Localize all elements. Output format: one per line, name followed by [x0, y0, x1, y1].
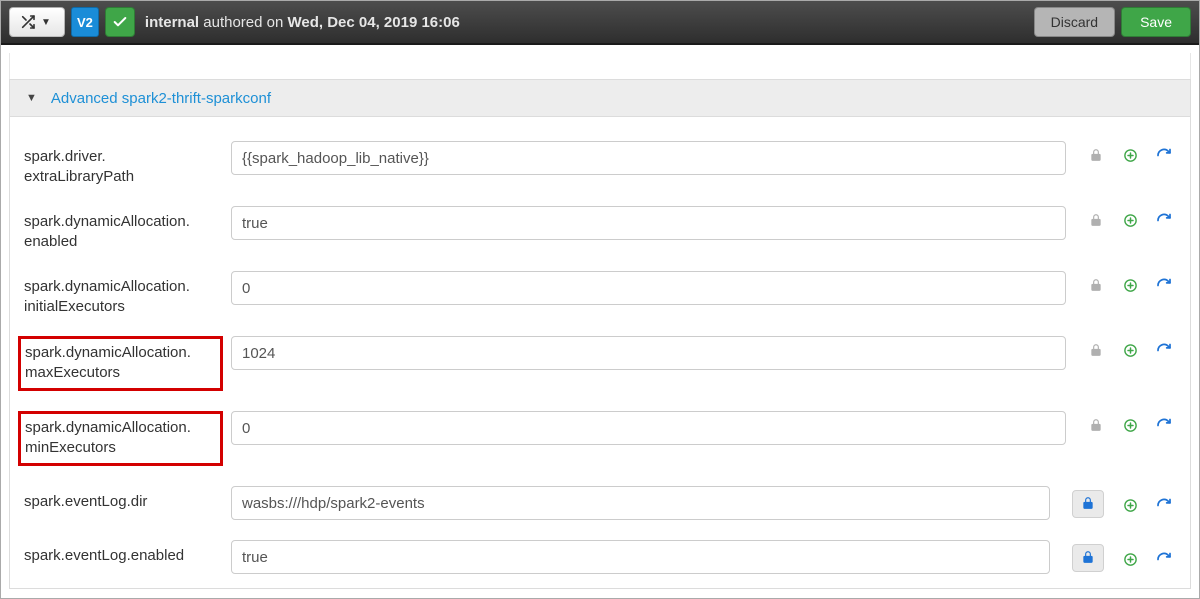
- check-icon: [112, 14, 128, 30]
- property-actions: [1074, 206, 1182, 228]
- property-input[interactable]: [231, 271, 1066, 305]
- refresh-icon[interactable]: [1156, 497, 1172, 513]
- property-actions: [1074, 411, 1182, 433]
- property-row: spark.driver.extraLibraryPath: [18, 131, 1182, 196]
- lock-icon[interactable]: [1088, 417, 1104, 433]
- version-badge[interactable]: V2: [71, 7, 99, 37]
- add-icon[interactable]: [1122, 497, 1138, 513]
- config-panel: ▼ Advanced spark2-thrift-sparkconf spark…: [1, 45, 1199, 597]
- caret-down-icon: ▼: [38, 14, 54, 30]
- property-label: spark.dynamicAllocation.initialExecutors: [18, 271, 223, 316]
- property-actions: [1074, 336, 1182, 358]
- current-version-check-button[interactable]: [105, 7, 135, 37]
- add-icon[interactable]: [1122, 417, 1138, 433]
- property-label: spark.dynamicAllocation.minExecutors: [18, 411, 223, 466]
- lock-icon[interactable]: [1088, 277, 1104, 293]
- property-actions: [1074, 271, 1182, 293]
- property-actions: [1058, 486, 1182, 518]
- lock-button[interactable]: [1072, 544, 1104, 572]
- lock-icon[interactable]: [1088, 147, 1104, 163]
- property-input[interactable]: [231, 411, 1066, 445]
- author-mid: authored on: [199, 14, 287, 31]
- panel-body: spark.driver.extraLibraryPath spark.dynam…: [9, 117, 1191, 589]
- lock-icon: [1080, 549, 1096, 565]
- property-actions: [1058, 540, 1182, 572]
- property-label: spark.eventLog.enabled: [18, 540, 223, 566]
- lock-icon[interactable]: [1088, 212, 1104, 228]
- lock-icon[interactable]: [1088, 342, 1104, 358]
- discard-button[interactable]: Discard: [1034, 7, 1115, 37]
- compare-versions-button[interactable]: ▼: [9, 7, 65, 37]
- refresh-icon[interactable]: [1156, 551, 1172, 567]
- refresh-icon[interactable]: [1156, 277, 1172, 293]
- caret-down-icon: ▼: [26, 92, 37, 104]
- property-input[interactable]: [231, 141, 1066, 175]
- property-row: spark.dynamicAllocation.initialExecutors: [18, 261, 1182, 326]
- property-row: spark.eventLog.dir: [18, 476, 1182, 530]
- panel-header[interactable]: ▼ Advanced spark2-thrift-sparkconf: [9, 79, 1191, 117]
- lock-button[interactable]: [1072, 490, 1104, 518]
- add-icon[interactable]: [1122, 342, 1138, 358]
- refresh-icon[interactable]: [1156, 417, 1172, 433]
- property-input[interactable]: [231, 540, 1050, 574]
- property-row: spark.dynamicAllocation.maxExecutors: [18, 326, 1182, 401]
- panel-title-link[interactable]: Advanced spark2-thrift-sparkconf: [51, 90, 271, 107]
- property-label: spark.eventLog.dir: [18, 486, 223, 512]
- refresh-icon[interactable]: [1156, 147, 1172, 163]
- add-icon[interactable]: [1122, 277, 1138, 293]
- lock-icon: [1080, 495, 1096, 511]
- property-label: spark.driver.extraLibraryPath: [18, 141, 223, 186]
- property-label: spark.dynamicAllocation.enabled: [18, 206, 223, 251]
- add-icon[interactable]: [1122, 551, 1138, 567]
- author-text: internal authored on Wed, Dec 04, 2019 1…: [145, 14, 460, 31]
- property-input[interactable]: [231, 206, 1066, 240]
- property-row: spark.eventLog.enabled: [18, 530, 1182, 584]
- property-row: spark.dynamicAllocation.enabled: [18, 196, 1182, 261]
- add-icon[interactable]: [1122, 212, 1138, 228]
- property-label: spark.dynamicAllocation.maxExecutors: [18, 336, 223, 391]
- refresh-icon[interactable]: [1156, 342, 1172, 358]
- property-row: spark.dynamicAllocation.minExecutors: [18, 401, 1182, 476]
- refresh-icon[interactable]: [1156, 212, 1172, 228]
- author-name: internal: [145, 14, 199, 31]
- property-actions: [1074, 141, 1182, 163]
- topbar: ▼ V2 internal authored on Wed, Dec 04, 2…: [1, 1, 1199, 45]
- property-input[interactable]: [231, 336, 1066, 370]
- shuffle-icon: [20, 14, 36, 30]
- author-date: Wed, Dec 04, 2019 16:06: [288, 14, 460, 31]
- save-button[interactable]: Save: [1121, 7, 1191, 37]
- add-icon[interactable]: [1122, 147, 1138, 163]
- property-input[interactable]: [231, 486, 1050, 520]
